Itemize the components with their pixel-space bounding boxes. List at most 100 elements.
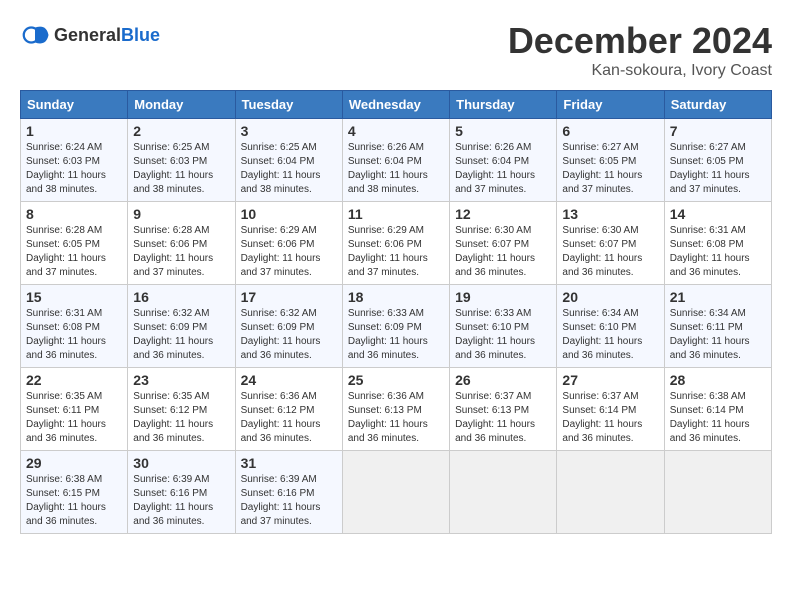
day-info: Sunrise: 6:25 AMSunset: 6:03 PMDaylight:… [133,141,229,197]
day-info: Sunrise: 6:30 AMSunset: 6:07 PMDaylight:… [455,224,551,280]
day-info: Sunrise: 6:25 AMSunset: 6:04 PMDaylight:… [241,141,337,197]
calendar-cell: 26 Sunrise: 6:37 AMSunset: 6:13 PMDayligh… [450,368,557,451]
day-info: Sunrise: 6:30 AMSunset: 6:07 PMDaylight:… [562,224,658,280]
calendar-cell: 30 Sunrise: 6:39 AMSunset: 6:16 PMDayligh… [128,451,235,534]
logo-icon [20,20,50,50]
day-info: Sunrise: 6:35 AMSunset: 6:12 PMDaylight:… [133,390,229,446]
day-info: Sunrise: 6:32 AMSunset: 6:09 PMDaylight:… [241,307,337,363]
day-header-tuesday: Tuesday [235,91,342,119]
calendar-cell: 22 Sunrise: 6:35 AMSunset: 6:11 PMDayligh… [21,368,128,451]
calendar-cell: 14Sunrise: 6:31 AMSunset: 6:08 PMDayligh… [664,202,771,285]
day-info: Sunrise: 6:29 AMSunset: 6:06 PMDaylight:… [241,224,337,280]
calendar-week-row: 22 Sunrise: 6:35 AMSunset: 6:11 PMDayligh… [21,368,772,451]
day-number: 1 [26,123,122,139]
day-number: 8 [26,206,122,222]
calendar-week-row: 29 Sunrise: 6:38 AMSunset: 6:15 PMDayligh… [21,451,772,534]
day-number: 23 [133,372,229,388]
calendar-cell: 29 Sunrise: 6:38 AMSunset: 6:15 PMDayligh… [21,451,128,534]
day-number: 18 [348,289,444,305]
calendar-cell [450,451,557,534]
day-number: 16 [133,289,229,305]
day-info: Sunrise: 6:28 AMSunset: 6:06 PMDaylight:… [133,224,229,280]
logo-general: General [54,25,121,45]
logo: GeneralBlue [20,20,160,50]
day-info: Sunrise: 6:35 AMSunset: 6:11 PMDaylight:… [26,390,122,446]
day-info: Sunrise: 6:33 AMSunset: 6:10 PMDaylight:… [455,307,551,363]
day-info: Sunrise: 6:34 AMSunset: 6:10 PMDaylight:… [562,307,658,363]
day-number: 29 [26,455,122,471]
calendar-week-row: 8 Sunrise: 6:28 AMSunset: 6:05 PMDaylight… [21,202,772,285]
calendar-cell: 27 Sunrise: 6:37 AMSunset: 6:14 PMDayligh… [557,368,664,451]
calendar-cell [664,451,771,534]
day-info: Sunrise: 6:26 AMSunset: 6:04 PMDaylight:… [348,141,444,197]
day-number: 21 [670,289,766,305]
day-number: 31 [241,455,337,471]
day-info: Sunrise: 6:24 AMSunset: 6:03 PMDaylight:… [26,141,122,197]
calendar-cell: 31 Sunrise: 6:39 AMSunset: 6:16 PMDayligh… [235,451,342,534]
day-number: 30 [133,455,229,471]
day-number: 11 [348,206,444,222]
day-number: 6 [562,123,658,139]
day-number: 26 [455,372,551,388]
day-info: Sunrise: 6:32 AMSunset: 6:09 PMDaylight:… [133,307,229,363]
calendar-cell: 8 Sunrise: 6:28 AMSunset: 6:05 PMDaylight… [21,202,128,285]
day-number: 13 [562,206,658,222]
day-info: Sunrise: 6:33 AMSunset: 6:09 PMDaylight:… [348,307,444,363]
day-info: Sunrise: 6:31 AMSunset: 6:08 PMDaylight:… [26,307,122,363]
logo-blue: Blue [121,25,160,45]
calendar-cell: 15 Sunrise: 6:31 AMSunset: 6:08 PMDayligh… [21,285,128,368]
day-number: 14 [670,206,766,222]
calendar-cell: 13 Sunrise: 6:30 AMSunset: 6:07 PMDayligh… [557,202,664,285]
day-number: 2 [133,123,229,139]
calendar-cell: 9 Sunrise: 6:28 AMSunset: 6:06 PMDaylight… [128,202,235,285]
calendar-week-row: 15 Sunrise: 6:31 AMSunset: 6:08 PMDayligh… [21,285,772,368]
day-info: Sunrise: 6:27 AMSunset: 6:05 PMDaylight:… [562,141,658,197]
title-area: December 2024 Kan-sokoura, Ivory Coast [508,20,772,80]
day-info: Sunrise: 6:36 AMSunset: 6:12 PMDaylight:… [241,390,337,446]
day-number: 9 [133,206,229,222]
day-info: Sunrise: 6:26 AMSunset: 6:04 PMDaylight:… [455,141,551,197]
calendar-cell: 7Sunrise: 6:27 AMSunset: 6:05 PMDaylight… [664,119,771,202]
day-info: Sunrise: 6:39 AMSunset: 6:16 PMDaylight:… [133,473,229,529]
day-info: Sunrise: 6:37 AMSunset: 6:13 PMDaylight:… [455,390,551,446]
day-number: 10 [241,206,337,222]
day-number: 19 [455,289,551,305]
day-info: Sunrise: 6:29 AMSunset: 6:06 PMDaylight:… [348,224,444,280]
calendar-cell: 17 Sunrise: 6:32 AMSunset: 6:09 PMDayligh… [235,285,342,368]
calendar-cell: 23 Sunrise: 6:35 AMSunset: 6:12 PMDayligh… [128,368,235,451]
day-number: 12 [455,206,551,222]
day-number: 17 [241,289,337,305]
day-header-thursday: Thursday [450,91,557,119]
day-number: 22 [26,372,122,388]
day-header-friday: Friday [557,91,664,119]
calendar-week-row: 1 Sunrise: 6:24 AMSunset: 6:03 PMDaylight… [21,119,772,202]
month-title: December 2024 [508,20,772,62]
page-header: GeneralBlue December 2024 Kan-sokoura, I… [20,20,772,80]
day-info: Sunrise: 6:38 AMSunset: 6:15 PMDaylight:… [26,473,122,529]
day-info: Sunrise: 6:37 AMSunset: 6:14 PMDaylight:… [562,390,658,446]
day-header-sunday: Sunday [21,91,128,119]
day-info: Sunrise: 6:34 AMSunset: 6:11 PMDaylight:… [670,307,766,363]
logo-text-area: GeneralBlue [54,25,160,46]
day-number: 7 [670,123,766,139]
day-header-saturday: Saturday [664,91,771,119]
day-info: Sunrise: 6:28 AMSunset: 6:05 PMDaylight:… [26,224,122,280]
calendar-header-row: SundayMondayTuesdayWednesdayThursdayFrid… [21,91,772,119]
day-number: 28 [670,372,766,388]
calendar-cell: 6 Sunrise: 6:27 AMSunset: 6:05 PMDaylight… [557,119,664,202]
day-header-monday: Monday [128,91,235,119]
calendar-cell: 25Sunrise: 6:36 AMSunset: 6:13 PMDayligh… [342,368,449,451]
calendar-cell: 16 Sunrise: 6:32 AMSunset: 6:09 PMDayligh… [128,285,235,368]
day-header-wednesday: Wednesday [342,91,449,119]
day-number: 27 [562,372,658,388]
day-number: 4 [348,123,444,139]
day-number: 5 [455,123,551,139]
calendar-cell: 2 Sunrise: 6:25 AMSunset: 6:03 PMDaylight… [128,119,235,202]
calendar-cell: 4 Sunrise: 6:26 AMSunset: 6:04 PMDaylight… [342,119,449,202]
calendar-table: SundayMondayTuesdayWednesdayThursdayFrid… [20,90,772,534]
day-number: 24 [241,372,337,388]
day-number: 15 [26,289,122,305]
day-info: Sunrise: 6:39 AMSunset: 6:16 PMDaylight:… [241,473,337,529]
calendar-cell: 28Sunrise: 6:38 AMSunset: 6:14 PMDayligh… [664,368,771,451]
calendar-cell: 3Sunrise: 6:25 AMSunset: 6:04 PMDaylight… [235,119,342,202]
